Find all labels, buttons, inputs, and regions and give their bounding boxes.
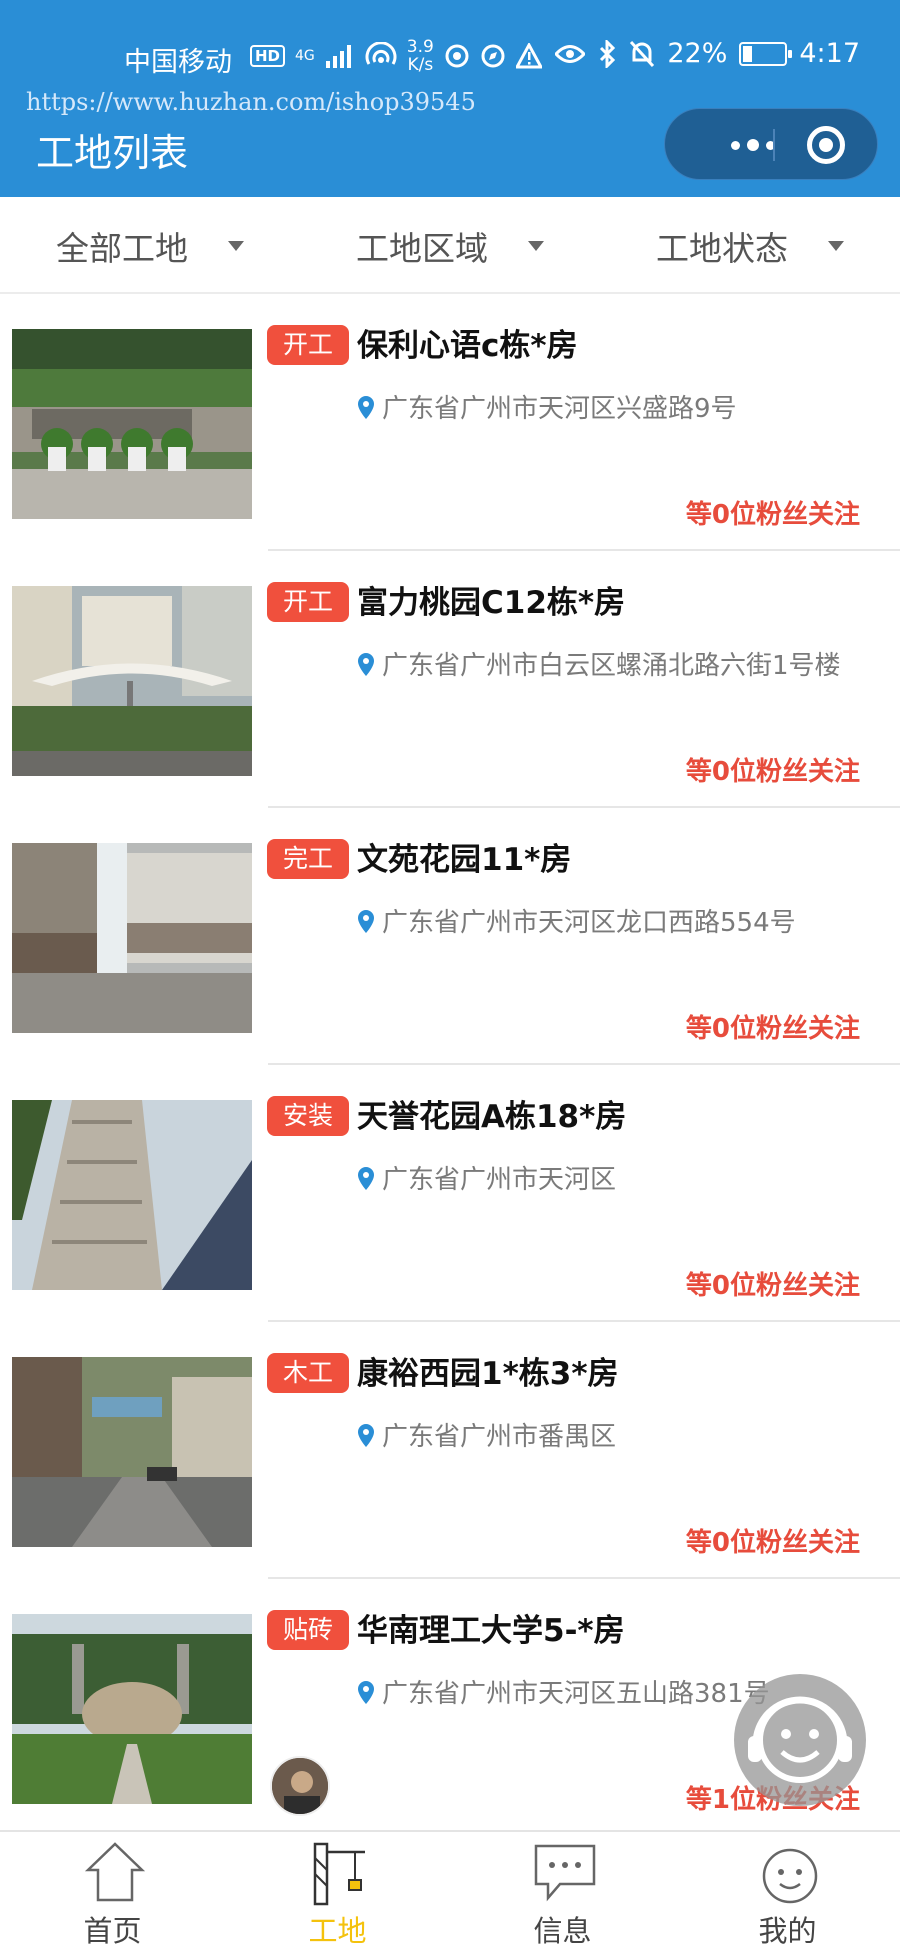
caret-down-icon <box>528 240 544 251</box>
more-button[interactable] <box>693 109 813 181</box>
network-type: 4G <box>295 48 315 64</box>
location-pin-icon <box>358 653 374 676</box>
filter-site-area[interactable]: 工地区域 <box>300 197 600 294</box>
fans-count: 等0位粉丝关注 <box>685 1014 860 1044</box>
tab-site[interactable]: 工地 <box>225 1832 450 1950</box>
location-pin-icon <box>358 1681 374 1704</box>
home-icon <box>84 1842 146 1902</box>
filter-label: 工地状态 <box>656 228 788 268</box>
signal-icon <box>325 45 351 68</box>
location-pin-icon <box>358 910 374 933</box>
site-address: 广东省广州市天河区龙口西路554号 <box>382 908 796 938</box>
site-item[interactable]: 完工 文苑花园11*房 广东省广州市天河区龙口西路554号 等0位粉丝关注 <box>0 808 900 1065</box>
net-speed: 3.9 K/s <box>406 37 434 75</box>
mute-bell-icon <box>630 40 655 67</box>
site-name: 华南理工大学5-*房 <box>357 1613 625 1649</box>
site-photo <box>12 329 252 519</box>
tab-messages[interactable]: 信息 <box>450 1832 675 1950</box>
fans-count: 等0位粉丝关注 <box>685 757 860 787</box>
crane-icon <box>313 1842 365 1906</box>
site-list: 开工 保利心语c栋*房 广东省广州市天河区兴盛路9号 等0位粉丝关注 开工 富力… <box>0 294 900 1836</box>
site-name: 天誉花园A栋18*房 <box>357 1099 627 1135</box>
compass-icon <box>481 44 505 68</box>
tab-label: 首页 <box>83 1914 142 1948</box>
filter-label: 工地区域 <box>356 228 488 268</box>
warning-icon <box>515 43 542 69</box>
site-address: 广东省广州市白云区螺涌北路六街1号楼 <box>382 651 841 681</box>
battery-fill <box>743 45 753 62</box>
status-right: 22% 4:17 <box>555 38 860 69</box>
site-item[interactable]: 开工 保利心语c栋*房 广东省广州市天河区兴盛路9号 等0位粉丝关注 <box>0 294 900 551</box>
filter-site-status[interactable]: 工地状态 <box>600 197 900 294</box>
miniprogram-capsule <box>664 108 878 180</box>
fans-count: 等0位粉丝关注 <box>685 500 860 530</box>
url-watermark: https://www.huzhan.com/ishop39545 <box>26 88 476 116</box>
follower-avatar[interactable] <box>270 1756 330 1816</box>
site-address: 广东省广州市天河区 <box>382 1165 617 1195</box>
status-tag: 贴砖 <box>267 1610 349 1650</box>
site-photo <box>12 586 252 776</box>
hotspot-icon <box>365 42 397 65</box>
site-photo <box>12 1614 252 1804</box>
status-tag: 开工 <box>267 325 349 365</box>
status-tag: 木工 <box>267 1353 349 1393</box>
carrier-name: 中国移动 <box>124 47 232 78</box>
eye-icon <box>555 44 586 63</box>
status-tag: 完工 <box>267 839 349 879</box>
status-tag: 安装 <box>267 1096 349 1136</box>
filter-label: 全部工地 <box>56 228 188 268</box>
site-address: 广东省广州市天河区兴盛路9号 <box>382 394 737 424</box>
caret-down-icon <box>828 240 844 251</box>
tab-label: 工地 <box>308 1914 367 1948</box>
tab-home[interactable]: 首页 <box>0 1832 225 1950</box>
tab-label: 信息 <box>533 1914 592 1948</box>
fans-count: 等0位粉丝关注 <box>685 1528 860 1558</box>
site-photo <box>12 1357 252 1547</box>
close-miniprogram-button[interactable] <box>807 126 845 164</box>
status-tag: 开工 <box>267 582 349 622</box>
bluetooth-icon <box>600 39 616 68</box>
filter-bar: 全部工地 工地区域 工地状态 <box>0 197 900 294</box>
site-item[interactable]: 木工 康裕西园1*栋3*房 广东省广州市番禺区 等0位粉丝关注 <box>0 1322 900 1579</box>
tab-mine[interactable]: 我的 <box>675 1832 900 1950</box>
site-item[interactable]: 安装 天誉花园A栋18*房 广东省广州市天河区 等0位粉丝关注 <box>0 1065 900 1322</box>
sync-icon <box>445 44 469 68</box>
site-name: 文苑花园11*房 <box>357 842 572 878</box>
app-header: 中国移动 HD 4G 3.9 K/s 22% 4:17 https://www.… <box>0 0 900 197</box>
site-photo <box>12 843 252 1033</box>
status-bar: 中国移动 HD 4G 3.9 K/s 22% 4:17 <box>0 30 900 80</box>
fans-count: 等0位粉丝关注 <box>685 1271 860 1301</box>
status-icons: HD 4G 3.9 K/s <box>250 38 542 74</box>
clock-time: 4:17 <box>799 38 860 69</box>
location-pin-icon <box>358 1424 374 1447</box>
chat-bubble-icon <box>534 1844 596 1902</box>
hd-icon: HD <box>250 45 286 67</box>
site-item[interactable]: 开工 富力桃园C12栋*房 广东省广州市白云区螺涌北路六街1号楼 等0位粉丝关注 <box>0 551 900 808</box>
site-name: 保利心语c栋*房 <box>357 328 578 364</box>
site-name: 富力桃园C12栋*房 <box>357 585 626 621</box>
site-name: 康裕西园1*栋3*房 <box>357 1356 619 1392</box>
battery-percent: 22% <box>667 38 728 69</box>
caret-down-icon <box>228 240 244 251</box>
tab-label: 我的 <box>758 1914 817 1948</box>
location-pin-icon <box>358 1167 374 1190</box>
filter-all-sites[interactable]: 全部工地 <box>0 197 300 294</box>
location-pin-icon <box>358 396 374 419</box>
site-photo <box>12 1100 252 1290</box>
site-address: 广东省广州市番禺区 <box>382 1422 617 1452</box>
page-title: 工地列表 <box>36 131 189 175</box>
battery-icon <box>739 41 793 66</box>
capsule-divider <box>773 129 775 161</box>
customer-service-button[interactable] <box>734 1674 866 1806</box>
tab-bar: 首页 工地 信息 我的 <box>0 1830 900 1950</box>
smiley-face-icon <box>762 1848 818 1904</box>
